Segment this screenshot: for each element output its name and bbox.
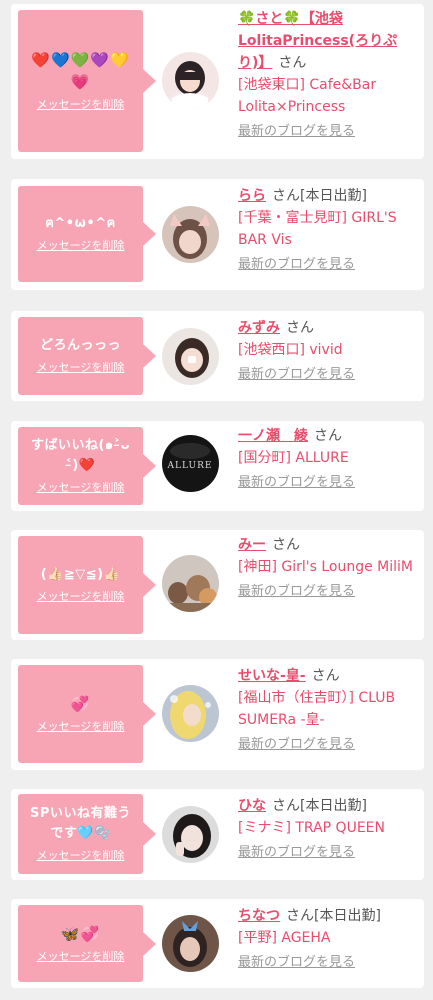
message-bubble: SPいいね有難うです🩵🫧 メッセージを削除 — [18, 794, 156, 874]
avatar[interactable] — [162, 806, 219, 863]
cast-info: せいな-皇- さん [福山市（住吉町）] CLUB SUMERa -皇- 最新のブ… — [238, 665, 420, 755]
message-bubble: すばいいね(๑˃̵ᴗ˂̵)❤️ メッセージを削除 — [18, 427, 156, 505]
delete-message-link[interactable]: メッセージを削除 — [37, 238, 125, 254]
shop-info: [ミナミ] TRAP QUEEN — [238, 820, 385, 836]
shop-info: [国分町] ALLURE — [238, 450, 349, 466]
honorific: さん — [272, 188, 300, 204]
shop-info: [福山市（住吉町）] CLUB SUMERa -皇- — [238, 690, 396, 728]
shop-info: [平野] AGEHA — [238, 930, 331, 946]
message-text: ฅ^•ω•^ฅ — [45, 216, 116, 231]
cast-name-link[interactable]: みずみ — [238, 320, 280, 336]
list-item: ❤️💙💚💜💛💗 メッセージを削除 🍀さと🍀【池袋LolitaPrincess(ろ… — [11, 4, 424, 159]
cast-name-link[interactable]: みー — [238, 537, 266, 553]
avatar[interactable]: ALLURE — [162, 435, 219, 492]
cast-name-link[interactable]: らら — [238, 188, 266, 204]
message-text: どろんっっっ — [39, 338, 121, 353]
status-label: [本日出勤] — [314, 908, 381, 924]
message-bubble: どろんっっっ メッセージを削除 — [18, 317, 156, 395]
avatar[interactable] — [162, 52, 219, 109]
message-text: すばいいね(๑˃̵ᴗ˂̵)❤️ — [30, 438, 131, 473]
cast-name-link[interactable]: 🍀さと🍀【池袋LolitaPrincess(ろりぷり)】 — [238, 11, 397, 71]
delete-message-link[interactable]: メッセージを削除 — [37, 360, 125, 376]
avatar[interactable] — [162, 328, 219, 385]
avatar[interactable] — [162, 915, 219, 972]
cast-info: ひな さん[本日出勤] [ミナミ] TRAP QUEEN 最新のブログを見る — [238, 795, 420, 863]
honorific: さん — [314, 428, 342, 444]
list-item: どろんっっっ メッセージを削除 みずみ さん [池袋西口] vivid 最新のブロ… — [11, 311, 424, 401]
latest-blog-link[interactable]: 最新のブログを見る — [238, 843, 420, 863]
honorific: さん — [272, 537, 300, 553]
shop-info: [千葉・富士見町] GIRL'S BAR Vis — [238, 210, 397, 248]
honorific: さん — [311, 668, 340, 684]
message-text: (👍🏻≧▽≦)👍🏻 — [40, 567, 121, 582]
message-bubble: 🦋💞 メッセージを削除 — [18, 905, 156, 982]
message-text: 💞 — [70, 695, 91, 713]
list-item: 🦋💞 メッセージを削除 ちなつ さん[本日出勤] [平野] AGEHA 最新のブロ… — [11, 899, 424, 988]
status-label: [本日出勤] — [300, 798, 367, 814]
delete-message-link[interactable]: メッセージを削除 — [37, 719, 125, 735]
latest-blog-link[interactable]: 最新のブログを見る — [238, 122, 420, 142]
shop-info: [神田] Girl's Lounge MiliM — [238, 559, 413, 575]
cast-info: みずみ さん [池袋西口] vivid 最新のブログを見る — [238, 317, 420, 385]
message-bubble: ฅ^•ω•^ฅ メッセージを削除 — [18, 186, 156, 282]
list-item: すばいいね(๑˃̵ᴗ˂̵)❤️ メッセージを削除 ALLURE 一ノ瀬 綾さん … — [11, 421, 424, 511]
shop-info: [池袋東口] Cafe&Bar Lolita×Princess — [238, 77, 377, 115]
message-text: 🦋💞 — [60, 924, 101, 943]
latest-blog-link[interactable]: 最新のブログを見る — [238, 953, 420, 973]
avatar[interactable] — [162, 206, 219, 263]
latest-blog-link[interactable]: 最新のブログを見る — [238, 582, 420, 602]
status-label: [本日出勤] — [300, 188, 367, 204]
cast-info: らら さん[本日出勤] [千葉・富士見町] GIRL'S BAR Vis 最新のブ… — [238, 185, 420, 275]
cast-info: 🍀さと🍀【池袋LolitaPrincess(ろりぷり)】 さん [池袋東口] Ca… — [238, 8, 420, 142]
message-bubble: (👍🏻≧▽≦)👍🏻 メッセージを削除 — [18, 536, 156, 634]
list-item: 💞 メッセージを削除 せいな-皇- さん [福山市（住吉町）] CLUB SUME… — [11, 659, 424, 770]
list-item: ฅ^•ω•^ฅ メッセージを削除 らら さん[本日出勤] [千葉・富士見町] GI… — [11, 179, 424, 290]
message-list: ❤️💙💚💜💛💗 メッセージを削除 🍀さと🍀【池袋LolitaPrincess(ろ… — [0, 0, 433, 1000]
cast-name-link[interactable]: 一ノ瀬 綾 — [238, 428, 308, 444]
latest-blog-link[interactable]: 最新のブログを見る — [238, 255, 420, 275]
honorific: さん — [286, 320, 314, 336]
cast-info: 一ノ瀬 綾さん [国分町] ALLURE 最新のブログを見る — [238, 425, 420, 493]
avatar[interactable] — [162, 685, 219, 742]
honorific: さん — [278, 55, 307, 71]
delete-message-link[interactable]: メッセージを削除 — [37, 97, 125, 113]
latest-blog-link[interactable]: 最新のブログを見る — [238, 735, 420, 755]
latest-blog-link[interactable]: 最新のブログを見る — [238, 473, 420, 493]
delete-message-link[interactable]: メッセージを削除 — [37, 480, 125, 496]
latest-blog-link[interactable]: 最新のブログを見る — [238, 365, 420, 385]
message-bubble: 💞 メッセージを削除 — [18, 665, 156, 763]
delete-message-link[interactable]: メッセージを削除 — [37, 848, 125, 864]
honorific: さん — [286, 908, 314, 924]
delete-message-link[interactable]: メッセージを削除 — [37, 949, 125, 965]
cast-name-link[interactable]: ちなつ — [238, 908, 280, 924]
cast-info: みー さん [神田] Girl's Lounge MiliM 最新のブログを見る — [238, 534, 420, 602]
message-bubble: ❤️💙💚💜💛💗 メッセージを削除 — [18, 10, 156, 152]
list-item: (👍🏻≧▽≦)👍🏻 メッセージを削除 みー さん [神田] Girl's Loun… — [11, 530, 424, 640]
list-item: SPいいね有難うです🩵🫧 メッセージを削除 ひな さん[本日出勤] [ミナミ] T… — [11, 789, 424, 880]
message-text: SPいいね有難うです🩵🫧 — [30, 806, 131, 841]
honorific: さん — [272, 798, 300, 814]
delete-message-link[interactable]: メッセージを削除 — [37, 589, 125, 605]
cast-name-link[interactable]: せいな-皇- — [238, 668, 306, 684]
shop-info: [池袋西口] vivid — [238, 342, 343, 358]
cast-info: ちなつ さん[本日出勤] [平野] AGEHA 最新のブログを見る — [238, 905, 420, 973]
message-text: ❤️💙💚💜💛💗 — [31, 51, 130, 91]
cast-name-link[interactable]: ひな — [238, 798, 266, 814]
avatar-logo-text: ALLURE — [167, 461, 213, 471]
avatar[interactable] — [162, 555, 219, 612]
